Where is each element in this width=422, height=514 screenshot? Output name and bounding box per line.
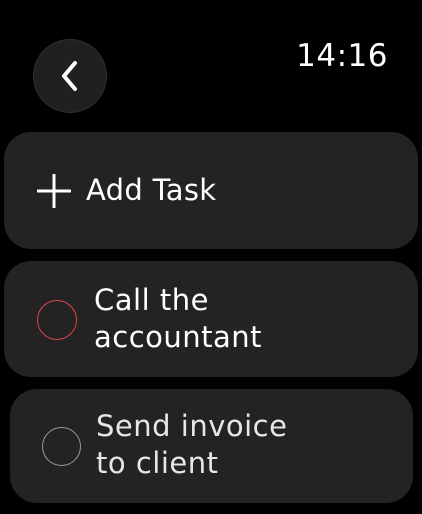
plus-icon bbox=[37, 174, 71, 208]
add-task-button[interactable]: Add Task bbox=[4, 132, 418, 249]
task-checkbox[interactable] bbox=[37, 300, 77, 340]
task-item[interactable]: Call the accountant bbox=[4, 261, 418, 377]
add-task-label: Add Task bbox=[86, 173, 217, 207]
clock-time: 14:16 bbox=[296, 38, 388, 74]
chevron-left-icon bbox=[62, 61, 77, 91]
task-item[interactable]: Send invoice to client bbox=[10, 389, 413, 503]
task-title: Call the accountant bbox=[94, 283, 263, 354]
task-title: Send invoice to client bbox=[96, 409, 288, 480]
back-button[interactable] bbox=[33, 39, 107, 113]
task-checkbox[interactable] bbox=[42, 427, 81, 466]
